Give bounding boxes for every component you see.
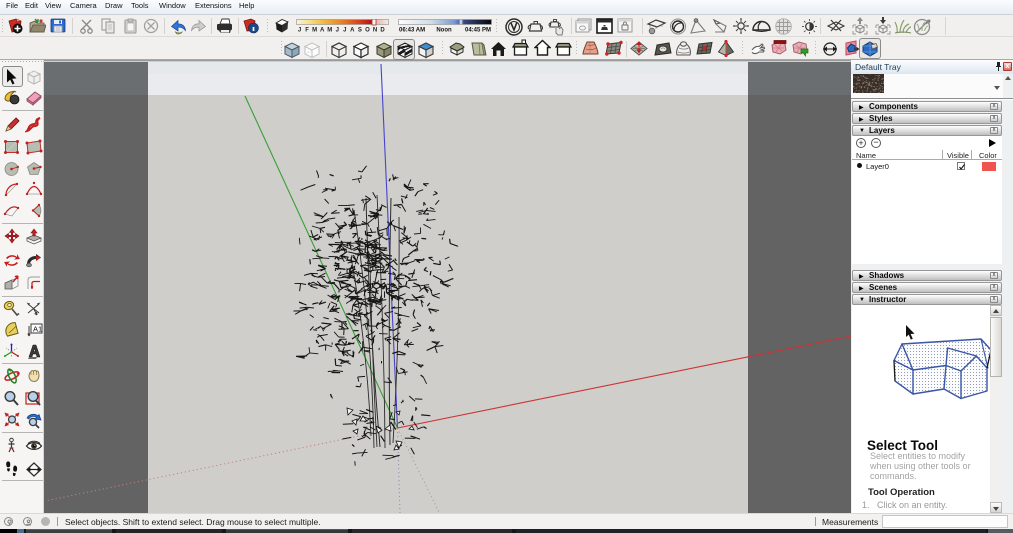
- svg-text:A: A: [320, 28, 325, 34]
- svg-text:Noon: Noon: [436, 28, 452, 34]
- svg-text:S: S: [358, 28, 362, 34]
- svg-text:04:45 PM: 04:45 PM: [465, 28, 491, 34]
- svg-text:D: D: [380, 28, 385, 34]
- svg-text:F: F: [305, 28, 309, 34]
- svg-text:A: A: [350, 28, 355, 34]
- svg-text:N: N: [373, 28, 377, 34]
- svg-text:J: J: [298, 28, 301, 34]
- svg-text:J: J: [343, 28, 346, 34]
- svg-text:A1: A1: [33, 325, 42, 334]
- svg-text:06:43 AM: 06:43 AM: [399, 28, 425, 34]
- svg-text:J: J: [336, 28, 339, 34]
- svg-text:O: O: [365, 28, 370, 34]
- svg-text:M: M: [312, 28, 317, 34]
- svg-text:M: M: [327, 28, 332, 34]
